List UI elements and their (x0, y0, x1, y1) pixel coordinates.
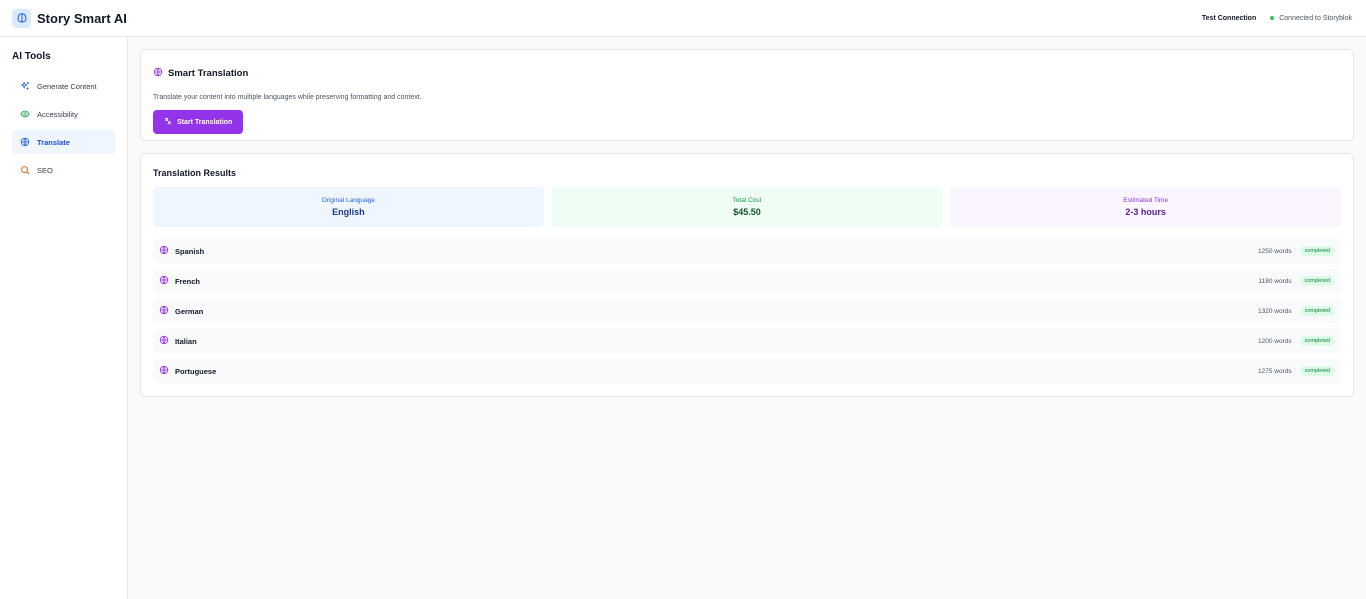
word-count: 1180 words (1258, 277, 1292, 285)
card-description: Translate your content into multiple lan… (153, 94, 422, 101)
sidebar-item-label: Generate Content (37, 81, 97, 91)
sidebar-item-label: Translate (37, 137, 70, 147)
language-name: German (175, 306, 204, 316)
word-count: 1250 words (1258, 247, 1292, 255)
stat-label: Estimated Time (1123, 197, 1169, 204)
sidebar-item-label: Accessibility (37, 109, 78, 119)
list-item[interactable]: French 1180 words completed (153, 269, 1341, 293)
status-dot-icon (1270, 16, 1275, 20)
app-title: Story Smart AI (37, 10, 127, 26)
stat-label: Total Cost (732, 197, 762, 204)
sidebar-item-accessibility[interactable]: Accessibility (12, 102, 115, 126)
globe-icon (159, 332, 169, 350)
stat-total-cost: Total Cost $45.50 (551, 187, 943, 227)
globe-icon (159, 302, 169, 320)
word-count: 1275 words (1258, 367, 1292, 375)
connection-status: Connected to Storyblok (1270, 15, 1352, 22)
search-icon (20, 165, 30, 175)
language-name: Italian (175, 336, 197, 346)
list-item[interactable]: German 1320 words completed (153, 299, 1341, 323)
top-bar: Story Smart AI Test Connection Connected… (0, 0, 1366, 37)
sparkles-icon (20, 81, 30, 91)
language-name: French (175, 276, 201, 286)
languages-icon (164, 117, 172, 127)
word-count: 1200 words (1258, 337, 1292, 345)
stat-original-language: Original Language English (153, 187, 544, 227)
globe-icon (159, 242, 169, 260)
eye-icon (20, 109, 30, 119)
globe-icon (20, 137, 30, 147)
status-badge: completed (1299, 276, 1335, 286)
language-name: Portuguese (175, 366, 217, 376)
brain-icon (12, 8, 31, 28)
test-connection-button[interactable]: Test Connection (1202, 15, 1256, 22)
stat-value: 2-3 hours (1125, 207, 1166, 217)
smart-translation-card: Smart Translation Translate your content… (140, 49, 1354, 141)
stats-row: Original Language English Total Cost $45… (153, 187, 1342, 227)
status-badge: completed (1299, 336, 1335, 346)
connection-status-text: Connected to Storyblok (1279, 14, 1352, 22)
globe-icon (159, 272, 169, 290)
language-list: Spanish 1250 words completed French 1180… (153, 239, 1341, 383)
results-title: Translation Results (153, 168, 237, 178)
status-badge: completed (1299, 306, 1335, 316)
language-name: Spanish (175, 246, 205, 256)
translation-results-card: Translation Results Original Language En… (140, 153, 1354, 397)
word-count: 1320 words (1258, 307, 1292, 315)
card-title: Smart Translation (168, 67, 249, 79)
globe-icon (159, 362, 169, 380)
start-translation-button[interactable]: Start Translation (153, 110, 244, 134)
sidebar-item-translate[interactable]: Translate (12, 130, 115, 154)
globe-icon (153, 64, 163, 82)
start-translation-label: Start Translation (177, 118, 233, 126)
sidebar: AI Tools Generate Content Accessibility (0, 37, 128, 599)
status-badge: completed (1299, 366, 1335, 376)
sidebar-title: AI Tools (12, 51, 51, 62)
status-badge: completed (1299, 246, 1335, 256)
stat-value: $45.50 (733, 207, 761, 217)
list-item[interactable]: Spanish 1250 words completed (153, 239, 1341, 263)
list-item[interactable]: Portuguese 1275 words completed (153, 359, 1341, 383)
stat-label: Original Language (321, 197, 375, 204)
stat-value: English (332, 207, 365, 217)
sidebar-item-seo[interactable]: SEO (12, 158, 115, 182)
stat-estimated-time: Estimated Time 2-3 hours (950, 187, 1342, 227)
brand: Story Smart AI (12, 8, 127, 28)
list-item[interactable]: Italian 1200 words completed (153, 329, 1341, 353)
sidebar-item-generate-content[interactable]: Generate Content (12, 74, 115, 98)
sidebar-item-label: SEO (37, 165, 53, 175)
